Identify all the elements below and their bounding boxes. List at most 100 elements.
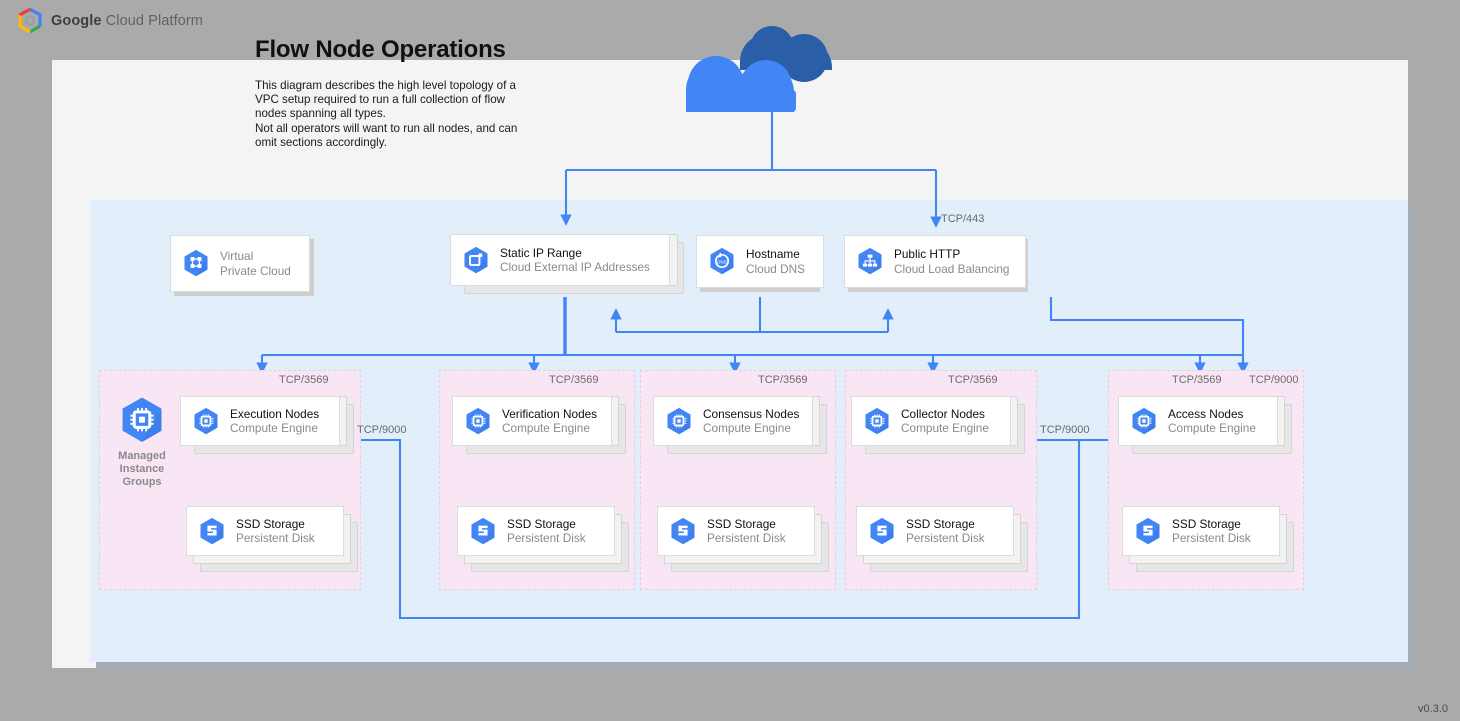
card-subtitle-storage-verification: Persistent Disk (507, 531, 586, 546)
compute-engine-icon (465, 407, 491, 436)
port-label-https: TCP/443 (941, 213, 984, 225)
card-title-static-ip: Static IP Range (500, 246, 650, 261)
card-subtitle-storage-collector: Persistent Disk (906, 531, 985, 546)
card-labels-storage-consensus: SSD Storage Persistent Disk (707, 517, 786, 546)
card-labels-static-ip: Static IP Range Cloud External IP Addres… (500, 246, 650, 275)
mig-caption-line-2: Instance (102, 463, 182, 476)
persistent-disk-icon (670, 517, 696, 546)
brand-label: Google Cloud Platform (51, 13, 203, 29)
diagram-description: This diagram describes the high level to… (255, 79, 545, 150)
card-subtitle-hostname: Cloud DNS (746, 262, 805, 277)
static-ip-icon (463, 246, 489, 275)
compute-engine-icon (193, 407, 219, 436)
card-labels-consensus-nodes: Consensus Nodes Compute Engine (703, 407, 799, 436)
compute-engine-icon (864, 407, 890, 436)
card-labels-collector-nodes: Collector Nodes Compute Engine (901, 407, 989, 436)
card-storage-consensus[interactable]: SSD Storage Persistent Disk (657, 506, 815, 556)
svg-text:DNS: DNS (717, 259, 727, 264)
card-collector-nodes[interactable]: Collector Nodes Compute Engine (851, 396, 1011, 446)
card-consensus-nodes[interactable]: Consensus Nodes Compute Engine (653, 396, 813, 446)
card-hostname[interactable]: DNS Hostname Cloud DNS (696, 235, 824, 288)
desc-line-5: omit sections accordingly. (255, 136, 545, 150)
desc-line-3: nodes spanning all types. (255, 107, 545, 121)
card-labels-execution-nodes: Execution Nodes Compute Engine (230, 407, 319, 436)
port-label-exec-9000: TCP/9000 (357, 424, 407, 436)
card-title-access-nodes: Access Nodes (1168, 407, 1256, 422)
card-subtitle-storage-execution: Persistent Disk (236, 531, 315, 546)
card-subtitle-consensus-nodes: Compute Engine (703, 421, 799, 436)
version-label: v0.3.0 (1418, 703, 1448, 715)
managed-instance-groups-caption: Managed Instance Groups (102, 450, 182, 489)
brand-bold: Google (51, 13, 102, 29)
card-labels-storage-collector: SSD Storage Persistent Disk (906, 517, 985, 546)
card-title-storage-execution: SSD Storage (236, 517, 315, 532)
diagram-root: Google Cloud Platform Flow Node Operatio… (0, 0, 1460, 721)
gcp-brand: Google Cloud Platform (18, 8, 203, 34)
card-subtitle-static-ip: Cloud External IP Addresses (500, 260, 650, 275)
card-title-storage-verification: SSD Storage (507, 517, 586, 532)
card-title-vpc: Virtual (220, 249, 291, 264)
card-labels-storage-execution: SSD Storage Persistent Disk (236, 517, 315, 546)
card-title-collector-nodes: Collector Nodes (901, 407, 989, 422)
google-cloud-hexagon-logo-icon (18, 8, 42, 34)
card-execution-nodes[interactable]: Execution Nodes Compute Engine (180, 396, 340, 446)
port-label-access-9000: TCP/9000 (1249, 374, 1299, 386)
page-title: Flow Node Operations (255, 36, 506, 64)
compute-engine-icon (666, 407, 692, 436)
persistent-disk-icon (1135, 517, 1161, 546)
port-label-coll-9000: TCP/9000 (1040, 424, 1090, 436)
card-storage-verification[interactable]: SSD Storage Persistent Disk (457, 506, 615, 556)
persistent-disk-icon (869, 517, 895, 546)
card-labels-verification-nodes: Verification Nodes Compute Engine (502, 407, 597, 436)
persistent-disk-icon (470, 517, 496, 546)
card-virtual-private-cloud[interactable]: Virtual Private Cloud (170, 235, 310, 292)
card-access-nodes[interactable]: Access Nodes Compute Engine (1118, 396, 1278, 446)
card-title-hostname: Hostname (746, 247, 805, 262)
card-subtitle-storage-consensus: Persistent Disk (707, 531, 786, 546)
card-static-ip-range[interactable]: Static IP Range Cloud External IP Addres… (450, 234, 670, 286)
card-storage-collector[interactable]: SSD Storage Persistent Disk (856, 506, 1014, 556)
card-subtitle-vpc: Private Cloud (220, 264, 291, 279)
card-subtitle-verification-nodes: Compute Engine (502, 421, 597, 436)
port-label-access-3569: TCP/3569 (1172, 374, 1222, 386)
desc-line-4: Not all operators will want to run all n… (255, 122, 545, 136)
cloud-load-balancing-icon (857, 247, 883, 276)
managed-instance-groups-icon (120, 396, 164, 445)
brand-rest: Cloud Platform (102, 13, 203, 29)
cloud-icon (680, 18, 864, 112)
port-label-exec-3569: TCP/3569 (279, 374, 329, 386)
card-labels-access-nodes: Access Nodes Compute Engine (1168, 407, 1256, 436)
card-verification-nodes[interactable]: Verification Nodes Compute Engine (452, 396, 612, 446)
card-title-public-http: Public HTTP (894, 247, 1009, 262)
cloud-dns-icon: DNS (709, 247, 735, 276)
card-public-http[interactable]: Public HTTP Cloud Load Balancing (844, 235, 1026, 288)
card-subtitle-storage-access: Persistent Disk (1172, 531, 1251, 546)
card-labels-public-http: Public HTTP Cloud Load Balancing (894, 247, 1009, 276)
compute-engine-icon (1131, 407, 1157, 436)
card-subtitle-collector-nodes: Compute Engine (901, 421, 989, 436)
desc-line-1: This diagram describes the high level to… (255, 79, 545, 93)
card-title-storage-access: SSD Storage (1172, 517, 1251, 532)
card-title-consensus-nodes: Consensus Nodes (703, 407, 799, 422)
card-storage-execution[interactable]: SSD Storage Persistent Disk (186, 506, 344, 556)
card-labels-storage-verification: SSD Storage Persistent Disk (507, 517, 586, 546)
mig-caption-line-1: Managed (102, 450, 182, 463)
card-labels-vpc: Virtual Private Cloud (220, 249, 291, 278)
port-label-cons-3569: TCP/3569 (758, 374, 808, 386)
card-storage-access[interactable]: SSD Storage Persistent Disk (1122, 506, 1280, 556)
card-title-storage-consensus: SSD Storage (707, 517, 786, 532)
port-label-verif-3569: TCP/3569 (549, 374, 599, 386)
card-title-execution-nodes: Execution Nodes (230, 407, 319, 422)
card-labels-storage-access: SSD Storage Persistent Disk (1172, 517, 1251, 546)
card-title-verification-nodes: Verification Nodes (502, 407, 597, 422)
card-subtitle-access-nodes: Compute Engine (1168, 421, 1256, 436)
virtual-private-cloud-icon (183, 249, 209, 278)
card-title-storage-collector: SSD Storage (906, 517, 985, 532)
card-subtitle-execution-nodes: Compute Engine (230, 421, 319, 436)
card-labels-hostname: Hostname Cloud DNS (746, 247, 805, 276)
persistent-disk-icon (199, 517, 225, 546)
card-subtitle-public-http: Cloud Load Balancing (894, 262, 1009, 277)
desc-line-2: VPC setup required to run a full collect… (255, 93, 545, 107)
port-label-coll-3569: TCP/3569 (948, 374, 998, 386)
mig-caption-line-3: Groups (102, 476, 182, 489)
